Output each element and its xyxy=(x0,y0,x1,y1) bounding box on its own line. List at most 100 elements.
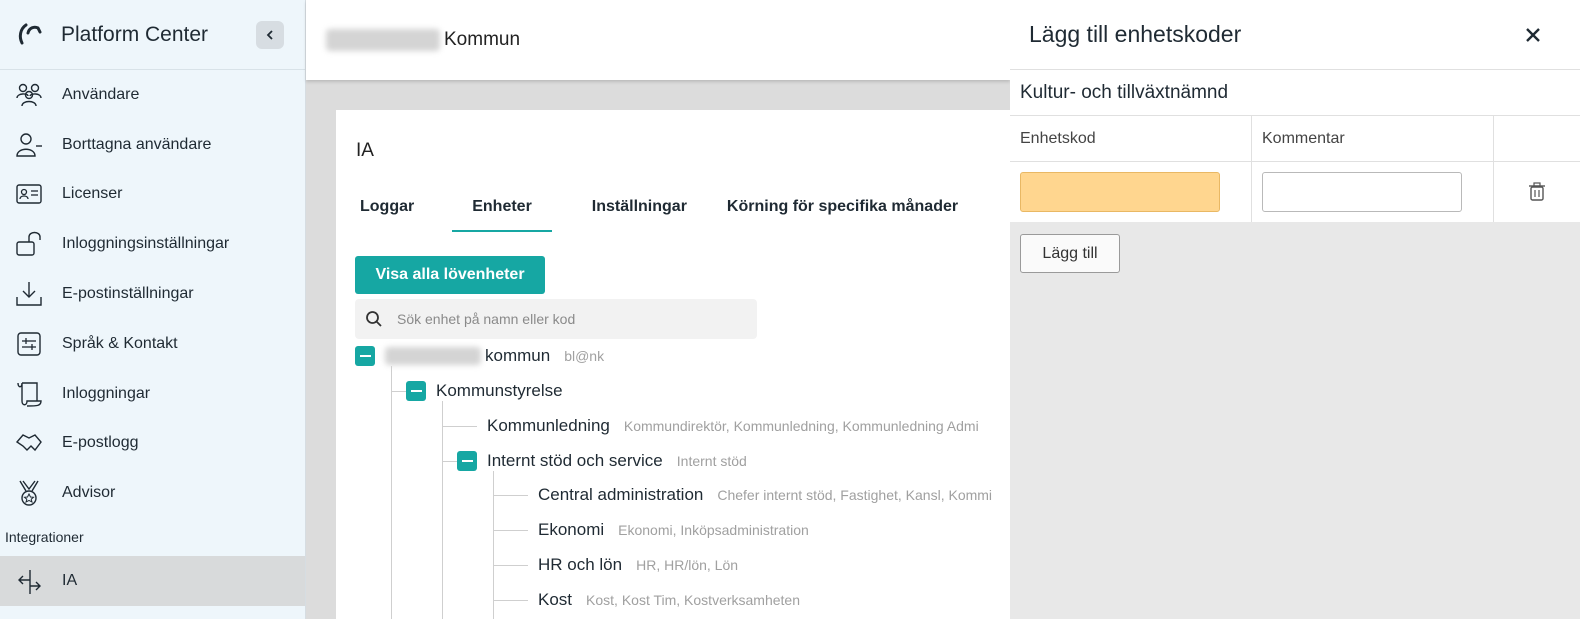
sidebar-item-label: Advisor xyxy=(62,484,116,502)
sidebar-item-ia[interactable]: IA xyxy=(0,556,305,606)
sidebar-item-removed-users[interactable]: Borttagna användare xyxy=(0,120,305,170)
tree-connector xyxy=(493,600,528,601)
sidebar-item-label: Språk & Kontakt xyxy=(62,334,178,352)
tab-logs[interactable]: Loggar xyxy=(356,196,418,232)
user-removed-icon xyxy=(12,130,46,160)
tree-node-meta: Ekonomi, Inköpsadministration xyxy=(618,522,809,538)
scroll-icon xyxy=(12,379,46,409)
unlock-icon xyxy=(12,229,46,259)
tree-connector xyxy=(391,366,392,619)
add-code-button[interactable]: Lägg till xyxy=(1020,234,1120,273)
tree-node-label: HR och lön xyxy=(538,555,623,574)
tree-node-label: Internt stöd och service xyxy=(487,451,663,470)
sidebar-item-advisor[interactable]: Advisor xyxy=(0,468,305,518)
comment-input[interactable] xyxy=(1262,172,1462,212)
sidebar-item-login-settings[interactable]: Inloggningsinställningar xyxy=(0,219,305,269)
column-header-unit-code: Enhetskod xyxy=(1010,116,1252,161)
tab-settings[interactable]: Inställningar xyxy=(588,196,691,232)
sidebar-item-label: Inloggningsinställningar xyxy=(62,235,230,253)
add-unit-codes-panel: Lägg till enhetskoder Kultur- och tillvä… xyxy=(1010,0,1580,619)
tree-node-kommunledning[interactable]: Kommunledning Kommundirektör, Kommunledn… xyxy=(487,413,979,439)
tree-node-meta: Chefer internt stöd, Fastighet, Kansl, K… xyxy=(717,487,993,503)
tab-bar: Loggar Enheter Inställningar Körning för… xyxy=(356,196,994,232)
main-card: IA Loggar Enheter Inställningar Körning … xyxy=(336,110,1010,619)
tree-node-root[interactable]: kommun bl@nk xyxy=(355,343,604,369)
codes-table-header: Enhetskod Kommentar xyxy=(1010,116,1580,162)
tree-connector xyxy=(493,471,494,619)
tree-node-label: Kost xyxy=(538,590,573,609)
tree-node-label: kommun xyxy=(485,346,551,365)
search-input[interactable] xyxy=(397,311,737,327)
top-bar: Kommun xyxy=(306,0,1010,80)
tree-connector xyxy=(493,565,528,566)
redacted-org-name xyxy=(385,347,481,365)
tree-node-central-administration[interactable]: Central administration Chefer internt st… xyxy=(538,482,992,508)
collapse-sidebar-button[interactable] xyxy=(256,21,284,49)
tree-node-label: Central administration xyxy=(538,485,704,504)
id-card-icon xyxy=(12,179,46,209)
panel-title: Lägg till enhetskoder xyxy=(1029,21,1242,47)
sidebar-item-licenses[interactable]: Licenser xyxy=(0,170,305,220)
tree-node-kommunstyrelse[interactable]: Kommunstyrelse xyxy=(406,378,563,404)
split-arrows-icon xyxy=(12,566,46,596)
tab-units[interactable]: Enheter xyxy=(452,196,552,232)
medal-icon xyxy=(12,478,46,508)
sidebar-item-email-settings[interactable]: E-postinställningar xyxy=(0,269,305,319)
tree-connector xyxy=(493,495,528,496)
sidebar: Platform Center Användare Borttagna anvä… xyxy=(0,0,306,619)
column-header-actions xyxy=(1494,116,1580,161)
unit-search xyxy=(355,299,757,339)
sidebar-item-logins[interactable]: Inloggningar xyxy=(0,369,305,419)
tab-specific-months[interactable]: Körning för specifika månader xyxy=(723,196,962,232)
tree-connector xyxy=(493,530,528,531)
trash-icon[interactable] xyxy=(1528,182,1546,202)
platform-logo-icon xyxy=(18,23,42,44)
handshake-icon xyxy=(12,428,46,458)
column-header-comment: Kommentar xyxy=(1252,116,1494,161)
show-all-leaves-button[interactable]: Visa alla lövenheter xyxy=(355,256,545,294)
tree-connector xyxy=(391,391,406,392)
sidebar-item-users[interactable]: Användare xyxy=(0,70,305,120)
org-title: Kommun xyxy=(444,29,521,50)
redacted-org-name xyxy=(326,29,440,51)
tree-node-meta: Kommundirektör, Kommunledning, Kommunled… xyxy=(623,418,979,434)
download-tray-icon xyxy=(12,279,46,309)
tree-connector xyxy=(442,461,457,462)
sidebar-section-integrations: Integrationer xyxy=(5,529,84,546)
table-row xyxy=(1010,162,1580,222)
collapse-toggle[interactable] xyxy=(457,451,477,471)
unit-name: Kultur- och tillväxtnämnd xyxy=(1010,70,1580,116)
tree-node-label: Ekonomi xyxy=(538,520,605,539)
sidebar-item-language-contact[interactable]: Språk & Kontakt xyxy=(0,319,305,369)
sidebar-item-label: E-postlogg xyxy=(62,434,139,452)
tree-node-meta: Kost, Kost Tim, Kostverksamheten xyxy=(586,592,801,608)
tree-node-internt-stod[interactable]: Internt stöd och service Internt stöd xyxy=(457,448,747,474)
tree-node-meta: HR, HR/lön, Lön xyxy=(636,557,739,573)
sidebar-item-label: Borttagna användare xyxy=(62,135,212,153)
collapse-toggle[interactable] xyxy=(355,346,375,366)
tree-node-label: Kommunledning xyxy=(487,416,610,435)
tree-connector xyxy=(442,401,443,619)
sidebar-item-label: Licenser xyxy=(62,185,123,203)
tree-connector xyxy=(442,426,477,427)
close-icon xyxy=(1526,28,1540,42)
sidebar-item-email-log[interactable]: E-postlogg xyxy=(0,419,305,469)
sidebar-item-label: Inloggningar xyxy=(62,384,151,402)
sidebar-item-label: Användare xyxy=(62,85,140,103)
users-icon xyxy=(12,80,46,110)
sidebar-item-label: E-postinställningar xyxy=(62,285,194,303)
tree-node-meta: Internt stöd xyxy=(676,453,747,469)
search-icon xyxy=(366,311,382,327)
page-title: IA xyxy=(356,140,374,161)
tree-node-label: Kommunstyrelse xyxy=(436,381,563,400)
tree-node-hr-och-lon[interactable]: HR och lön HR, HR/lön, Lön xyxy=(538,552,738,578)
close-panel-button[interactable] xyxy=(1518,20,1548,50)
tree-node-kost[interactable]: Kost Kost, Kost Tim, Kostverksamheten xyxy=(538,587,800,613)
sidebar-item-label: IA xyxy=(62,572,78,590)
tree-node-ekonomi[interactable]: Ekonomi Ekonomi, Inköpsadministration xyxy=(538,517,809,543)
panel-header: Lägg till enhetskoder xyxy=(1010,0,1580,70)
app-name: Platform Center xyxy=(61,22,209,46)
unit-code-input[interactable] xyxy=(1020,172,1220,212)
chevron-left-icon xyxy=(266,30,273,40)
collapse-toggle[interactable] xyxy=(406,381,426,401)
